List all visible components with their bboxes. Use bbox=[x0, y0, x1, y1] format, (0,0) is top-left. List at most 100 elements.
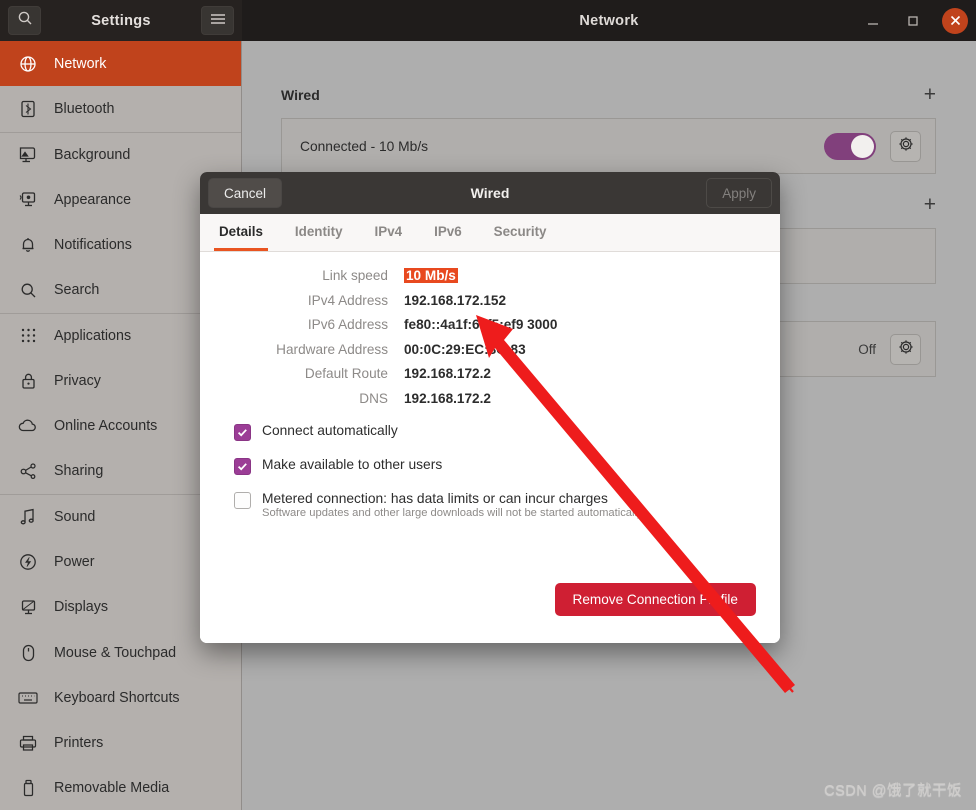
checkbox-row-connect-automatically[interactable]: Connect automatically bbox=[234, 423, 756, 441]
gear-icon bbox=[898, 136, 914, 157]
checkbox-row-make-available[interactable]: Make available to other users bbox=[234, 457, 756, 475]
sidebar-item-label: Applications bbox=[54, 327, 132, 344]
bluetooth-icon bbox=[18, 99, 38, 119]
cancel-button[interactable]: Cancel bbox=[208, 178, 283, 208]
detail-value: 192.168.172.2 bbox=[404, 366, 491, 381]
hamburger-menu-icon bbox=[210, 12, 226, 30]
detail-label: DNS bbox=[359, 390, 388, 406]
sidebar-item-label: Online Accounts bbox=[54, 418, 158, 435]
sidebar-item-label: Keyboard Shortcuts bbox=[54, 689, 180, 706]
sidebar-item-label: Displays bbox=[54, 599, 109, 616]
detail-row-hardware-address: Hardware Address 00:0C:29:EC:8C:83 bbox=[224, 342, 756, 357]
music-note-icon bbox=[18, 507, 38, 527]
detail-label: IPv4 Address bbox=[307, 292, 388, 308]
sidebar-item-bluetooth[interactable]: Bluetooth bbox=[0, 86, 241, 131]
detail-value: fe80::4a1f:68f5:ef9 3000 bbox=[404, 317, 558, 332]
sidebar-item-removable-media[interactable]: Removable Media bbox=[0, 766, 241, 810]
checkbox-row-metered-connection[interactable]: Metered connection: has data limits or c… bbox=[234, 491, 756, 519]
metered-connection-checkbox[interactable] bbox=[234, 491, 251, 509]
sidebar-item-label: Search bbox=[54, 282, 100, 299]
checkbox-text-block: Connect automatically bbox=[262, 423, 398, 438]
dialog-body: Link speed 10 Mb/s IPv4 Address 192.168.… bbox=[200, 252, 780, 643]
check-icon bbox=[237, 462, 247, 470]
keyboard-icon bbox=[18, 688, 38, 708]
minimize-button[interactable] bbox=[862, 10, 884, 32]
dialog-tabs[interactable]: Details Identity IPv4 IPv6 Security bbox=[200, 214, 780, 252]
dialog-checkbox-group: Connect automatically Make available to … bbox=[224, 423, 756, 519]
window-controls bbox=[862, 0, 968, 41]
gear-icon bbox=[898, 339, 914, 360]
sidebar-item-label: Sound bbox=[54, 509, 96, 526]
mouse-icon bbox=[18, 643, 38, 663]
tab-ipv6[interactable]: IPv6 bbox=[429, 224, 467, 251]
share-icon bbox=[18, 461, 38, 481]
apply-button[interactable]: Apply bbox=[706, 178, 772, 208]
detail-value: 192.168.172.152 bbox=[404, 292, 507, 308]
connect-automatically-checkbox[interactable] bbox=[234, 423, 251, 441]
settings-headerbar-left: Settings bbox=[0, 0, 242, 41]
detail-row-ipv4-address: IPv4 Address 192.168.172.152 bbox=[224, 293, 756, 308]
window-headerbar: Settings Network bbox=[0, 0, 976, 41]
sidebar-item-network[interactable]: Network bbox=[0, 41, 241, 87]
plus-icon[interactable]: + bbox=[924, 84, 936, 105]
menu-button[interactable] bbox=[201, 6, 234, 35]
make-available-checkbox[interactable] bbox=[234, 457, 251, 475]
detail-label: Hardware Address bbox=[276, 341, 388, 357]
third-settings-button[interactable] bbox=[890, 333, 921, 365]
checkbox-sublabel: Software updates and other large downloa… bbox=[262, 506, 645, 519]
sidebar-item-label: Sharing bbox=[54, 463, 104, 480]
sidebar-item-background[interactable]: Background bbox=[0, 131, 241, 177]
detail-value: 00:0C:29:EC:8C:83 bbox=[404, 341, 526, 357]
appearance-icon bbox=[18, 190, 38, 210]
dialog-headerbar: Cancel Wired Apply bbox=[200, 172, 780, 214]
tab-ipv4[interactable]: IPv4 bbox=[370, 224, 408, 251]
dialog-title: Wired bbox=[470, 185, 510, 201]
close-button[interactable] bbox=[942, 7, 968, 34]
sidebar-item-label: Notifications bbox=[54, 236, 132, 253]
detail-row-ipv6-address: IPv6 Address fe80::4a1f:68f5:ef9 3000 bbox=[224, 317, 756, 332]
check-icon bbox=[237, 428, 247, 436]
wired-section-title: Wired bbox=[281, 87, 320, 103]
search-button[interactable] bbox=[8, 6, 41, 35]
maximize-button[interactable] bbox=[902, 10, 924, 32]
detail-row-link-speed: Link speed 10 Mb/s bbox=[224, 268, 756, 283]
tab-details[interactable]: Details bbox=[214, 224, 268, 251]
sidebar-item-keyboard-shortcuts[interactable]: Keyboard Shortcuts bbox=[0, 675, 241, 720]
tab-identity[interactable]: Identity bbox=[290, 224, 348, 251]
third-row-controls: Off bbox=[858, 333, 921, 365]
checkbox-label: Metered connection: has data limits or c… bbox=[262, 490, 608, 506]
wired-section-header: Wired + bbox=[243, 80, 976, 110]
wired-toggle[interactable] bbox=[824, 132, 876, 160]
bell-icon bbox=[18, 235, 38, 255]
display-icon bbox=[18, 597, 38, 617]
checkbox-label: Make available to other users bbox=[262, 456, 443, 472]
app-title: Settings bbox=[91, 12, 151, 29]
sidebar-item-label: Privacy bbox=[54, 372, 101, 389]
power-icon bbox=[18, 552, 38, 572]
detail-row-default-route: Default Route 192.168.172.2 bbox=[224, 366, 756, 381]
sidebar-item-label: Removable Media bbox=[54, 780, 170, 797]
detail-value: 192.168.172.2 bbox=[404, 390, 491, 406]
background-icon bbox=[18, 145, 38, 165]
remove-connection-profile-button[interactable]: Remove Connection Profile bbox=[554, 583, 756, 616]
detail-label: IPv6 Address bbox=[307, 317, 388, 332]
plus-icon[interactable]: + bbox=[924, 194, 936, 215]
dialog-actions: Remove Connection Profile bbox=[554, 583, 756, 616]
sidebar-item-label: Bluetooth bbox=[54, 100, 115, 117]
window-title-area: Network bbox=[242, 0, 976, 41]
wired-connection-row[interactable]: Connected - 10 Mb/s bbox=[281, 118, 936, 174]
checkbox-text-block: Metered connection: has data limits or c… bbox=[262, 491, 645, 519]
checkbox-label: Connect automatically bbox=[262, 422, 398, 438]
detail-label: Link speed bbox=[322, 268, 388, 283]
sidebar-item-label: Background bbox=[54, 146, 131, 163]
checkbox-text-block: Make available to other users bbox=[262, 457, 442, 472]
sidebar-item-label: Printers bbox=[54, 735, 104, 752]
page-title: Network bbox=[579, 12, 639, 29]
removable-media-icon bbox=[18, 778, 38, 798]
search-icon bbox=[17, 10, 33, 31]
search-icon bbox=[18, 280, 38, 300]
sidebar-item-printers[interactable]: Printers bbox=[0, 720, 241, 765]
wired-settings-button[interactable] bbox=[890, 130, 921, 162]
tab-security[interactable]: Security bbox=[489, 224, 552, 251]
sidebar-item-label: Appearance bbox=[54, 191, 132, 208]
